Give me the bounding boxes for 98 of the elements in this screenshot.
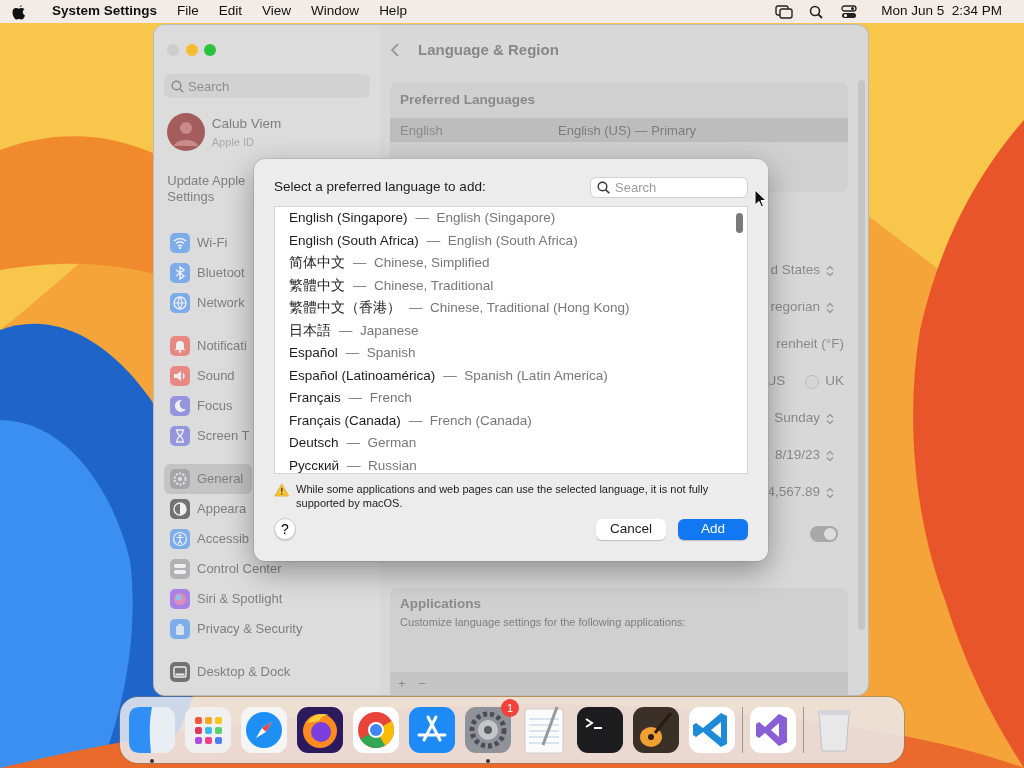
radio-button[interactable] (805, 374, 820, 389)
sidebar-item[interactable]: Focus (164, 391, 239, 421)
cursor-icon (754, 189, 766, 208)
sidebar-item[interactable]: Siri & Spotlight (164, 584, 289, 614)
menu-item[interactable]: Window (301, 1, 370, 22)
warning-text: While some applications and web pages can use the selected language, it is not fully supported by macOS. (296, 482, 710, 510)
globe-icon (170, 293, 190, 313)
radio-label[interactable]: UK (825, 371, 844, 392)
control-center-icon[interactable] (841, 4, 858, 19)
app-grid-icon[interactable] (183, 705, 233, 755)
menu-item[interactable]: Edit (208, 1, 253, 22)
sidebar-item[interactable]: General (164, 464, 252, 494)
warning-icon (274, 482, 290, 498)
terminal-icon[interactable] (575, 705, 625, 755)
language-option[interactable]: Русский — Russian (289, 454, 747, 473)
language-option[interactable]: 日本語 — Japanese (289, 319, 747, 342)
setting-value: renheit (°F) (776, 335, 844, 354)
language-detail: English (US) — Primary (558, 121, 696, 140)
language-option[interactable]: Español — Spanish (289, 342, 747, 365)
hourglass-icon (170, 426, 190, 446)
ribbon-icon[interactable] (748, 705, 798, 755)
search-field[interactable]: Search (164, 74, 370, 98)
menu-item[interactable]: View (252, 1, 302, 22)
sidebar-item[interactable]: Wi-Fi (164, 228, 234, 258)
moon-icon (170, 396, 190, 416)
setting-value[interactable]: Sunday (774, 408, 820, 429)
gear-icon[interactable] (463, 705, 513, 755)
language-option[interactable]: Deutsch — German (289, 432, 747, 455)
section-heading: Preferred Languages (399, 91, 537, 109)
zoom-button[interactable] (204, 44, 217, 56)
ribbon-icon[interactable] (687, 705, 737, 755)
speaker-icon (170, 366, 190, 386)
section-subtitle: Customize language settings for the following applications: (400, 615, 687, 631)
menu-item[interactable]: File (167, 1, 209, 22)
setting-value[interactable]: d States (770, 260, 820, 281)
sidebar-item[interactable]: Accessib (164, 524, 256, 554)
stepper-icon[interactable] (826, 449, 834, 462)
stepper-icon[interactable] (826, 412, 834, 425)
add-button[interactable]: Add (678, 518, 748, 540)
sidebar-item[interactable]: Appeara (164, 494, 253, 524)
sidebar-item[interactable]: Notificati (164, 331, 253, 361)
dock-icon (170, 662, 190, 682)
notification-badge: 1 (501, 699, 519, 717)
apple-logo-icon[interactable] (12, 3, 26, 20)
appearance-icon (170, 499, 190, 519)
language-option[interactable]: 繁體中文（香港） — Chinese, Traditional (Hong Kong) (289, 297, 747, 320)
wifi-icon (170, 233, 190, 253)
menu-item[interactable]: Help (369, 1, 417, 22)
help-button[interactable]: ? (274, 518, 296, 540)
language-option[interactable]: 繁體中文 — Chinese, Traditional (289, 274, 747, 297)
toggle-switch[interactable] (810, 526, 838, 542)
back-icon[interactable] (390, 42, 400, 58)
sidebar-item[interactable]: Control Center (164, 554, 288, 584)
bell-icon (170, 336, 190, 356)
toggles-icon (170, 559, 190, 579)
avatar[interactable] (167, 113, 206, 151)
accessibility-icon (170, 529, 190, 549)
sidebar-item[interactable]: Sound (164, 361, 241, 391)
search-icon[interactable] (809, 4, 824, 19)
scrollbar-thumb[interactable] (736, 213, 743, 233)
window-title: Language & Region (418, 39, 559, 60)
menu-clock[interactable]: Mon Jun 5 2:34 PM (871, 1, 1012, 22)
section-heading: Applications (400, 595, 482, 613)
two-tone-app-icon[interactable] (127, 705, 177, 755)
search-icon (597, 181, 610, 194)
language-option[interactable]: 简体中文 — Chinese, Simplified (289, 252, 747, 275)
language-option[interactable]: Français — French (289, 387, 747, 410)
setting-value[interactable]: regorian (770, 297, 820, 318)
sidebar-item[interactable]: Privacy & Security (164, 614, 309, 644)
sidebar-item[interactable]: Desktop & Dock (164, 657, 297, 687)
stepper-icon[interactable] (826, 264, 834, 277)
language-option[interactable]: English (Singapore) — English (Singapore) (289, 207, 747, 230)
bluetooth-icon (170, 263, 190, 283)
globe-icon[interactable] (295, 705, 345, 755)
account-name[interactable]: Calub Viem (211, 113, 282, 134)
orb-icon (170, 589, 190, 609)
search-field[interactable]: Search (590, 177, 748, 198)
add-button[interactable]: + (398, 673, 406, 694)
guitar-icon[interactable] (631, 705, 681, 755)
sidebar-item[interactable]: Bluetoot (164, 258, 251, 288)
sidebar-item[interactable]: Screen T (164, 421, 256, 451)
compass-icon[interactable] (239, 705, 289, 755)
language-option[interactable]: Français (Canada) — French (Canada) (289, 409, 747, 432)
sidebar-item[interactable]: Network (164, 288, 251, 318)
language-option[interactable]: Español (Latinoamérica) — Spanish (Latin America) (289, 364, 747, 387)
stepper-icon[interactable] (826, 486, 834, 499)
search-icon (171, 80, 184, 93)
gear-icon (170, 469, 190, 489)
remove-button[interactable]: − (418, 673, 427, 694)
cancel-button[interactable]: Cancel (596, 518, 666, 540)
language-option[interactable]: English (South Africa) — English (South Africa) (289, 229, 747, 252)
setting-value[interactable]: 8/19/23 (774, 445, 820, 466)
a-shape-icon[interactable] (407, 705, 457, 755)
stepper-icon[interactable] (826, 301, 834, 314)
display-icon[interactable] (775, 4, 794, 19)
menu-item[interactable]: System Settings (42, 1, 168, 22)
dialog-prompt: Select a preferred language to add: (274, 178, 486, 197)
setting-value[interactable]: 4,567.89 (767, 482, 820, 503)
